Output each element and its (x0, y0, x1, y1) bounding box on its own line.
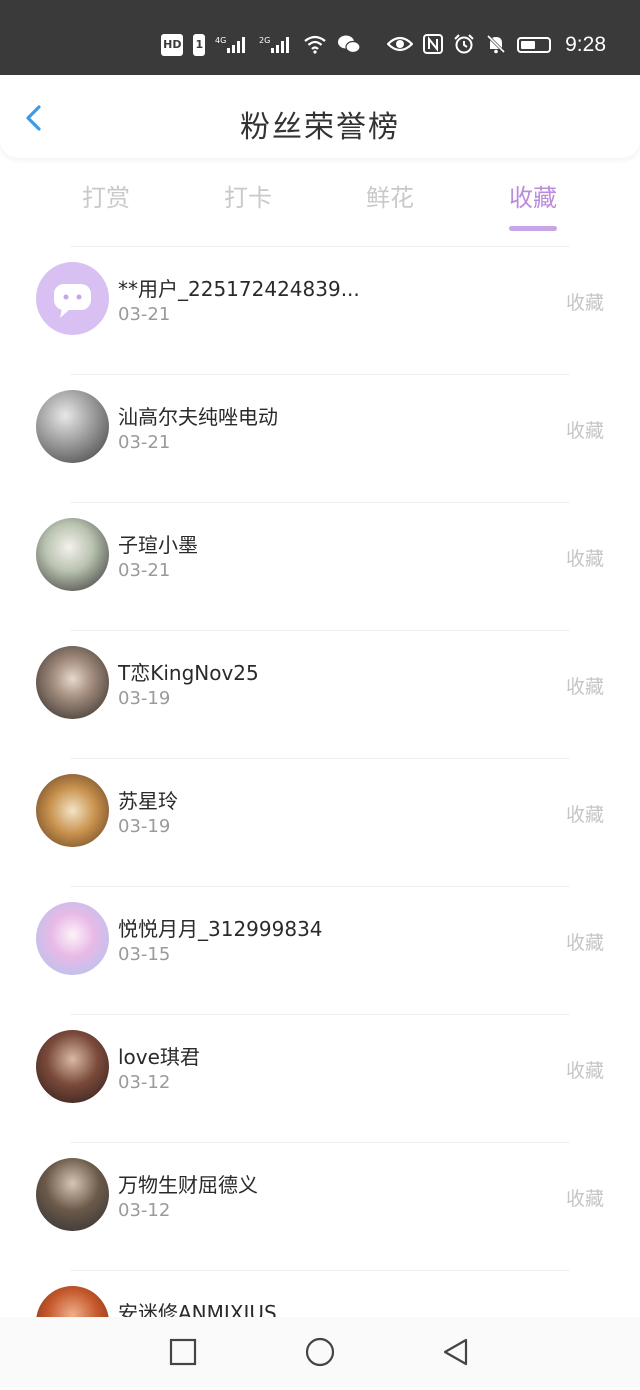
list-item[interactable]: 子瑄小墨 03-21 收藏 (0, 494, 640, 622)
eye-icon (386, 34, 414, 57)
favorite-label: 收藏 (565, 676, 604, 698)
photo-avatar (36, 390, 109, 463)
triangle-back-icon[interactable] (440, 1337, 470, 1367)
favorite-label: 收藏 (565, 1188, 604, 1210)
fan-date: 03-12 (118, 1072, 171, 1093)
fan-date: 03-21 (118, 304, 171, 325)
favorite-label: 收藏 (565, 1060, 604, 1082)
favorite-label: 收藏 (565, 292, 604, 314)
favorite-label: 收藏 (565, 548, 604, 570)
square-icon[interactable] (168, 1337, 198, 1367)
page-title: 粉丝荣誉榜 (240, 110, 400, 145)
tab-favorites[interactable]: 收藏 (483, 178, 583, 231)
signal-4g-icon: 4G (215, 34, 249, 57)
photo-avatar (36, 902, 109, 975)
tab-bar: 打赏 打卡 鲜花 收藏 (0, 168, 640, 238)
fan-date: 03-19 (118, 688, 171, 709)
fan-name: love琪君 (118, 1045, 200, 1069)
tab-checkin[interactable]: 打卡 (198, 178, 298, 213)
battery-icon (517, 37, 552, 53)
net2-label: 2G (259, 36, 270, 45)
photo-avatar (36, 518, 109, 591)
list-item[interactable]: 苏星玲 03-19 收藏 (0, 750, 640, 878)
chat-bubble-avatar (36, 262, 109, 335)
hd-icon: HD (161, 34, 184, 56)
system-nav-bar (0, 1317, 640, 1387)
fan-date: 03-21 (118, 432, 171, 453)
net1-label: 4G (215, 36, 226, 45)
favorite-label: 收藏 (565, 932, 604, 954)
fan-name: T恋KingNov25 (118, 661, 259, 685)
fan-name: **用户_225172424839... (118, 277, 360, 301)
fan-name: 悦悦月月_312999834 (118, 917, 323, 941)
circle-icon[interactable] (304, 1337, 335, 1367)
signal-2g-icon: 2G (259, 34, 293, 57)
header-bar: 粉丝荣誉榜 (0, 75, 640, 158)
alarm-icon (453, 33, 475, 57)
active-tab-indicator (509, 226, 557, 231)
fan-date: 03-21 (118, 560, 171, 581)
nfc-icon (423, 33, 444, 57)
wifi-icon (303, 34, 327, 57)
tab-reward[interactable]: 打赏 (56, 178, 156, 213)
fan-date: 03-12 (118, 1200, 171, 1221)
favorite-label: 收藏 (565, 804, 604, 826)
fan-list: **用户_225172424839... 03-21 收藏 汕高尔夫纯唑电动 0… (0, 238, 640, 1390)
photo-avatar (36, 1030, 109, 1103)
list-item[interactable]: 悦悦月月_312999834 03-15 收藏 (0, 878, 640, 1006)
list-item[interactable]: love琪君 03-12 收藏 (0, 1006, 640, 1134)
mute-icon (485, 34, 507, 57)
fan-date: 03-19 (118, 816, 171, 837)
fan-name: 子瑄小墨 (118, 533, 198, 557)
tab-flowers[interactable]: 鲜花 (340, 178, 440, 213)
favorite-label: 收藏 (565, 420, 604, 442)
list-item[interactable]: **用户_225172424839... 03-21 收藏 (0, 238, 640, 366)
photo-avatar (36, 1158, 109, 1231)
tab-favorites-label: 收藏 (509, 184, 557, 212)
wechat-icon (337, 34, 361, 57)
photo-avatar (36, 774, 109, 847)
fan-name: 苏星玲 (118, 789, 178, 813)
fan-name: 万物生财屈德义 (118, 1173, 258, 1197)
status-bar: HD 1 4G 2G 9:28 (0, 0, 640, 75)
photo-avatar (36, 646, 109, 719)
fan-date: 03-15 (118, 944, 171, 965)
list-item[interactable]: 汕高尔夫纯唑电动 03-21 收藏 (0, 366, 640, 494)
clock: 9:28 (565, 33, 606, 56)
list-item[interactable]: 万物生财屈德义 03-12 收藏 (0, 1134, 640, 1262)
status-icons: HD 1 4G 2G 9:28 (161, 33, 606, 57)
fan-name: 汕高尔夫纯唑电动 (118, 405, 278, 429)
sim-icon: 1 (193, 34, 206, 56)
list-item[interactable]: T恋KingNov25 03-19 收藏 (0, 622, 640, 750)
